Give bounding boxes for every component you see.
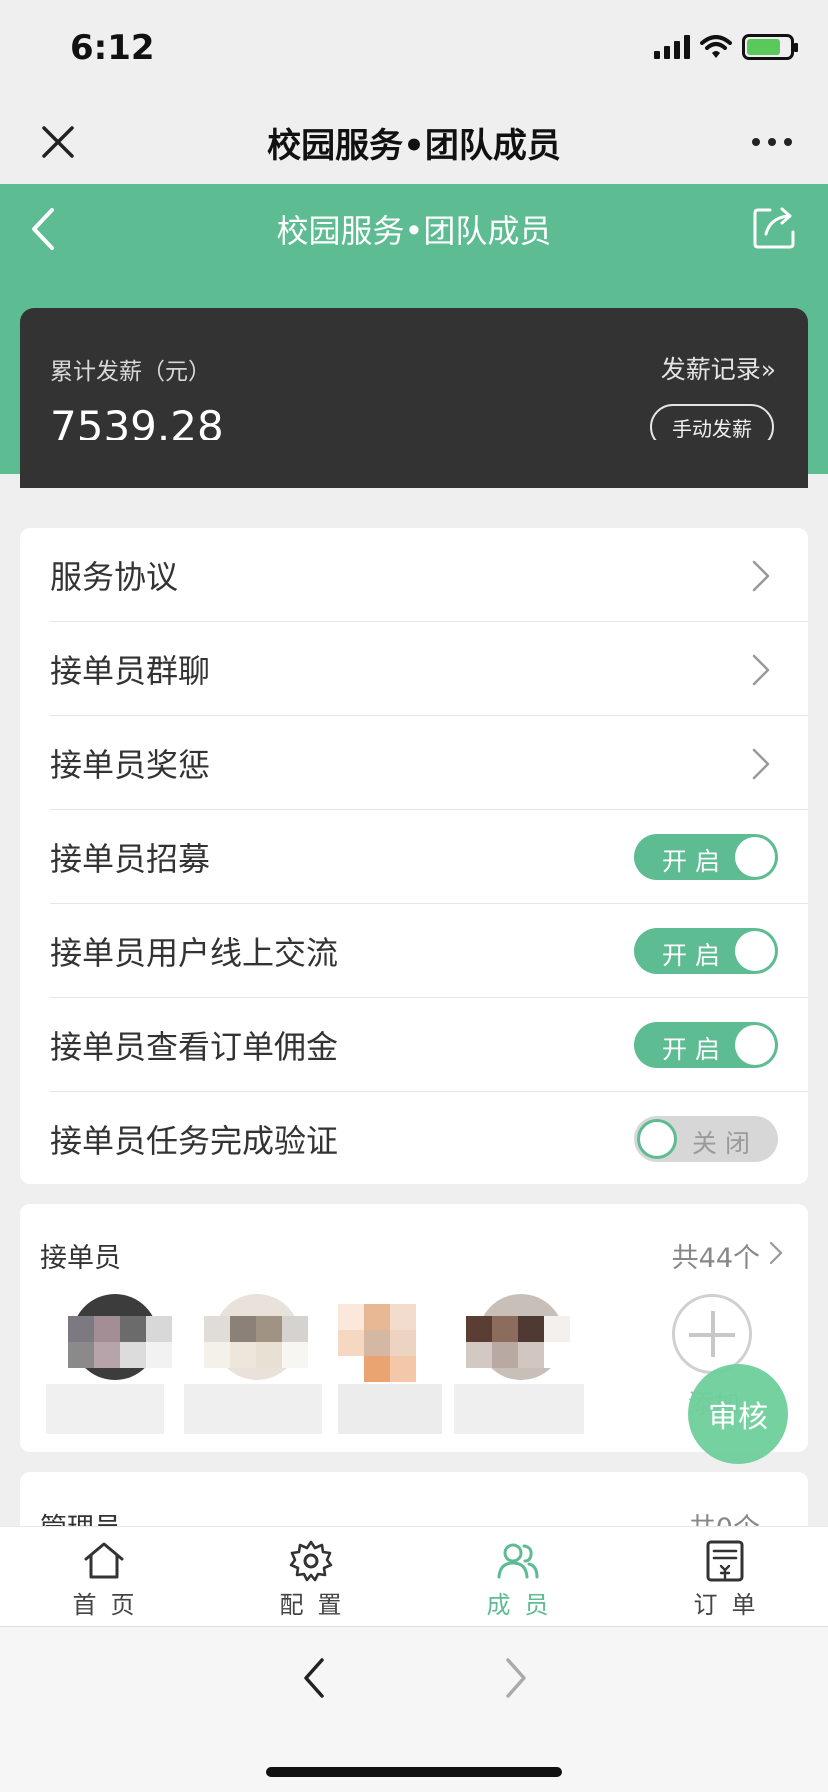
toggle-knob — [735, 931, 775, 971]
toggle-knob — [735, 837, 775, 877]
members-title: 接单员 — [40, 1243, 121, 1274]
member-avatar[interactable] — [46, 1294, 190, 1434]
signal-icon — [654, 35, 690, 59]
back-arrow-icon[interactable] — [300, 1655, 328, 1701]
review-button[interactable]: 审核 — [688, 1364, 788, 1464]
toggle-knob — [735, 1025, 775, 1065]
home-icon — [84, 1542, 124, 1579]
salary-record-link[interactable]: 发薪记录» — [661, 350, 776, 386]
toggle-state: 开启 — [662, 1035, 729, 1064]
wechat-title: 校园服务•团队成员 — [267, 126, 561, 166]
chevron-right-icon — [752, 560, 770, 592]
browser-nav-bar — [0, 1626, 828, 1792]
status-time: 6:12 — [70, 28, 155, 68]
share-icon[interactable] — [752, 204, 798, 250]
tab-label: 首页 — [72, 1591, 149, 1619]
chevron-right-icon — [752, 748, 770, 780]
tab-label: 订单 — [693, 1591, 770, 1619]
settings-item-label: 接单员用户线上交流 — [50, 934, 339, 972]
wifi-icon — [700, 35, 732, 58]
settings-item-label: 服务协议 — [50, 558, 179, 596]
settings-item-commission: 接单员查看订单佣金 开启 — [20, 998, 808, 1092]
more-icon[interactable] — [752, 138, 792, 146]
settings-item-service-agreement[interactable]: 服务协议 — [20, 528, 808, 622]
settings-item-online-chat: 接单员用户线上交流 开启 — [20, 904, 808, 998]
page-title: 校园服务•团队成员 — [276, 212, 552, 250]
member-avatar[interactable] — [450, 1294, 590, 1434]
home-indicator — [266, 1767, 562, 1777]
settings-item-label: 接单员查看订单佣金 — [50, 1028, 339, 1066]
toggle-knob — [637, 1119, 677, 1159]
online-chat-toggle[interactable]: 开启 — [634, 928, 778, 974]
status-icons — [654, 34, 798, 60]
settings-item-label: 接单员任务完成验证 — [50, 1122, 339, 1160]
settings-item-group-chat[interactable]: 接单员群聊 — [20, 622, 808, 716]
tab-label: 配置 — [279, 1591, 356, 1619]
add-member-button[interactable] — [672, 1294, 752, 1374]
chevron-right-icon[interactable] — [768, 1240, 784, 1266]
settings-list: 服务协议 接单员群聊 接单员奖惩 接单员招募 开启 接单员用户线上交流 开启 接… — [20, 528, 808, 1184]
gear-icon — [289, 1540, 333, 1582]
tab-label: 成员 — [486, 1591, 563, 1619]
status-bar: 6:12 — [0, 0, 828, 100]
admins-card: 管理员 共0个 — [20, 1472, 808, 1532]
salary-label: 累计发薪（元） — [50, 359, 211, 385]
member-avatar[interactable] — [318, 1294, 458, 1434]
forward-arrow-icon[interactable] — [502, 1655, 530, 1701]
toggle-state: 开启 — [662, 941, 729, 970]
commission-toggle[interactable]: 开启 — [634, 1022, 778, 1068]
settings-item-label: 接单员招募 — [50, 840, 211, 878]
settings-item-task-verify: 接单员任务完成验证 关闭 — [20, 1092, 808, 1186]
recruit-toggle[interactable]: 开启 — [634, 834, 778, 880]
tab-members[interactable]: 成员 — [414, 1527, 621, 1627]
members-count[interactable]: 共44个 — [672, 1236, 760, 1275]
members-icon — [497, 1543, 539, 1579]
tab-orders[interactable]: 订单 — [621, 1527, 828, 1627]
task-verify-toggle[interactable]: 关闭 — [634, 1116, 778, 1162]
toggle-state: 开启 — [662, 847, 729, 876]
salary-card-curve — [0, 440, 828, 477]
tab-bar: 首页 配置 成员 订单 — [0, 1526, 828, 1626]
toggle-state: 关闭 — [691, 1129, 758, 1158]
battery-icon — [742, 34, 798, 60]
member-avatar[interactable] — [184, 1294, 324, 1434]
order-icon — [706, 1540, 744, 1582]
settings-item-recruit: 接单员招募 开启 — [20, 810, 808, 904]
chevron-right-icon — [752, 654, 770, 686]
settings-item-label: 接单员群聊 — [50, 652, 211, 690]
wechat-nav-bar: 校园服务•团队成员 — [0, 100, 828, 184]
tab-config[interactable]: 配置 — [207, 1527, 414, 1627]
settings-item-rewards[interactable]: 接单员奖惩 — [20, 716, 808, 810]
settings-item-label: 接单员奖惩 — [50, 746, 211, 784]
tab-home[interactable]: 首页 — [0, 1527, 207, 1627]
